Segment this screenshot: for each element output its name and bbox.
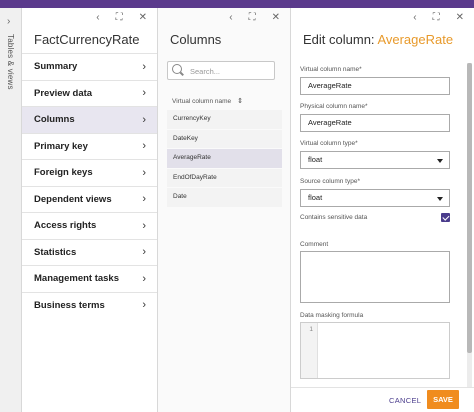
chevron-right-icon: ›	[142, 140, 146, 153]
edit-column-title: Edit column: AverageRate	[303, 32, 453, 47]
nav-item-management-tasks[interactable]: Management tasks ›	[22, 265, 157, 292]
column-header-label: Virtual column name	[172, 97, 232, 105]
nav-item-statistics[interactable]: Statistics ›	[22, 238, 157, 266]
chevron-right-icon: ›	[142, 87, 146, 100]
table-nav: Summary › Preview data › Columns › Primary key…	[22, 53, 157, 318]
columns-panel: ‹ ⛶ ✕ Columns Virtual column name ⇕ Curr…	[158, 8, 291, 412]
search-input[interactable]	[190, 64, 272, 78]
nav-item-label: Management tasks	[34, 273, 120, 285]
nav-item-columns[interactable]: Columns ›	[22, 106, 157, 133]
physical-name-label: Physical column name*	[300, 103, 368, 110]
nav-item-primary-key[interactable]: Primary key ›	[22, 132, 157, 160]
chevron-right-icon: ›	[142, 219, 146, 232]
nav-item-label: Access rights	[34, 220, 97, 232]
expand-icon[interactable]: ⛶	[249, 11, 256, 25]
nav-item-preview-data[interactable]: Preview data ›	[22, 79, 157, 107]
line-number: 1	[301, 323, 318, 378]
nav-item-access-rights[interactable]: Access rights ›	[22, 212, 157, 239]
search-icon	[172, 64, 182, 74]
virtual-name-label: Virtual column name*	[300, 66, 362, 73]
scrollbar-thumb[interactable]	[467, 63, 472, 353]
close-icon[interactable]: ✕	[456, 11, 464, 25]
panel-controls: ‹ ⛶ ✕	[96, 11, 147, 25]
edit-column-panel: ‹ ⛶ ✕ Edit column: AverageRate Virtual c…	[291, 8, 474, 412]
table-title: FactCurrencyRate	[34, 32, 140, 47]
panel-controls: ‹ ⛶ ✕	[229, 11, 280, 25]
back-icon[interactable]: ‹	[96, 11, 99, 25]
top-bar	[0, 0, 474, 8]
nav-item-label: Statistics	[34, 246, 77, 258]
column-list-item[interactable]: Date	[167, 188, 282, 207]
physical-name-field[interactable]: AverageRate	[300, 114, 450, 132]
edit-column-name: AverageRate	[377, 32, 454, 47]
column-list: CurrencyKey DateKey AverageRate EndOfDayRat…	[167, 110, 282, 208]
table-panel: ‹ ⛶ ✕ FactCurrencyRate Summary › Preview d…	[22, 8, 158, 412]
chevron-right-icon: ›	[142, 193, 146, 206]
comment-field[interactable]	[300, 251, 450, 303]
scrollbar[interactable]	[467, 63, 472, 393]
nav-item-label: Columns	[34, 114, 75, 126]
nav-item-dependent-views[interactable]: Dependent views ›	[22, 185, 157, 213]
save-button[interactable]: SAVE	[427, 390, 459, 409]
caret-down-icon	[437, 197, 443, 201]
source-type-label: Source column type*	[300, 178, 360, 185]
masking-formula-editor[interactable]: 1	[300, 322, 450, 379]
columns-title: Columns	[170, 32, 222, 47]
chevron-right-icon: ›	[142, 299, 146, 312]
expand-icon[interactable]: ⛶	[116, 11, 123, 25]
nav-item-label: Dependent views	[34, 193, 112, 205]
edit-footer: CANCEL SAVE	[291, 387, 474, 412]
column-list-item[interactable]: EndOfDayRate	[167, 168, 282, 187]
caret-down-icon	[437, 159, 443, 163]
nav-item-foreign-keys[interactable]: Foreign keys ›	[22, 159, 157, 186]
virtual-type-select[interactable]: float	[300, 151, 450, 169]
column-list-item[interactable]: CurrencyKey	[167, 110, 282, 129]
comment-label: Comment	[300, 241, 329, 248]
sort-icon[interactable]: ⇕	[237, 97, 243, 105]
back-icon[interactable]: ‹	[413, 11, 416, 25]
chevron-right-icon: ›	[142, 113, 146, 126]
back-icon[interactable]: ‹	[229, 11, 232, 25]
column-header[interactable]: Virtual column name ⇕	[172, 97, 243, 106]
edit-column-prefix: Edit column:	[303, 32, 378, 47]
nav-item-summary[interactable]: Summary ›	[22, 53, 157, 80]
panel-controls: ‹ ⛶ ✕	[413, 11, 464, 25]
column-list-item[interactable]: AverageRate	[167, 149, 282, 168]
chevron-right-icon[interactable]: ›	[7, 16, 10, 27]
masking-label: Data masking formula	[300, 312, 364, 319]
sensitive-checkbox[interactable]	[441, 213, 450, 222]
sensitive-label: Contains sensitive data	[300, 214, 368, 221]
column-list-item[interactable]: DateKey	[167, 129, 282, 148]
nav-item-label: Foreign keys	[34, 167, 93, 179]
expand-icon[interactable]: ⛶	[433, 11, 440, 25]
close-icon[interactable]: ✕	[272, 11, 280, 25]
nav-item-label: Business terms	[34, 299, 105, 311]
cancel-button[interactable]: CANCEL	[389, 396, 421, 405]
virtual-name-field[interactable]: AverageRate	[300, 77, 450, 95]
virtual-type-value: float	[308, 155, 323, 164]
tables-views-rail[interactable]: › Tables & views	[0, 8, 22, 412]
nav-item-label: Primary key	[34, 140, 88, 152]
source-type-select[interactable]: float	[300, 189, 450, 207]
source-type-value: float	[308, 193, 323, 202]
nav-item-label: Preview data	[34, 87, 93, 99]
chevron-right-icon: ›	[142, 246, 146, 259]
close-icon[interactable]: ✕	[139, 11, 147, 25]
virtual-type-label: Virtual column type*	[300, 140, 358, 147]
chevron-right-icon: ›	[142, 272, 146, 285]
chevron-right-icon: ›	[142, 60, 146, 73]
nav-item-label: Summary	[34, 61, 78, 73]
rail-label: Tables & views	[6, 34, 15, 90]
chevron-right-icon: ›	[142, 166, 146, 179]
search-box[interactable]	[167, 61, 275, 80]
nav-item-business-terms[interactable]: Business terms ›	[22, 291, 157, 319]
